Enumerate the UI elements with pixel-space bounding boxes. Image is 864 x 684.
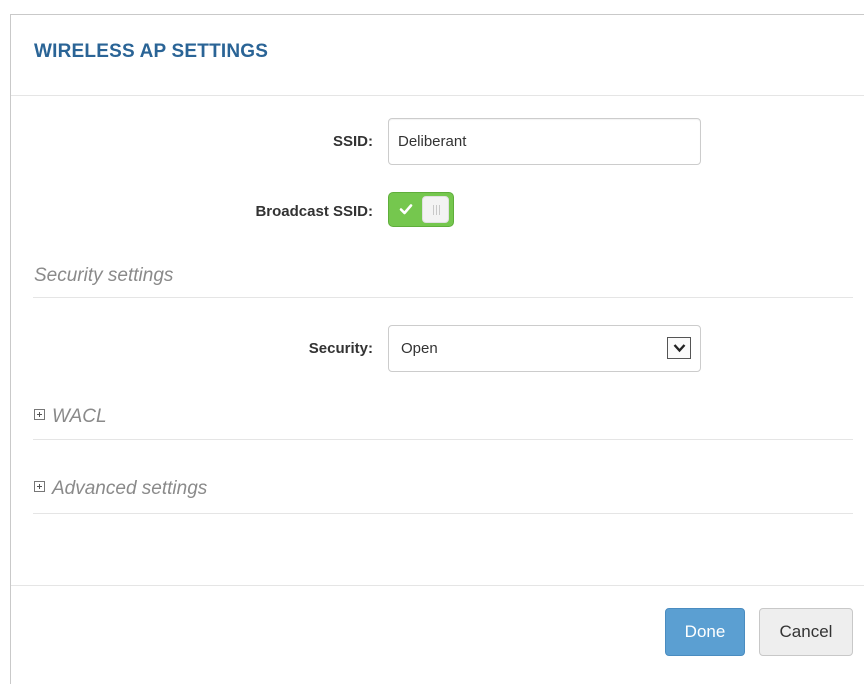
chevron-down-icon[interactable]	[667, 337, 691, 359]
wacl-divider	[33, 439, 853, 440]
security-select[interactable]: Open	[388, 325, 701, 372]
broadcast-ssid-label: Broadcast SSID:	[255, 203, 373, 220]
wacl-label: WACL	[52, 406, 107, 427]
security-select-value: Open	[401, 340, 438, 357]
wacl-expander[interactable]: WACL	[34, 406, 107, 428]
dialog-header: WIRELESS AP SETTINGS	[11, 15, 864, 96]
ssid-label: SSID:	[332, 133, 373, 150]
dialog-title: WIRELESS AP SETTINGS	[34, 41, 269, 62]
checkmark-icon	[399, 204, 413, 215]
security-label: Security:	[308, 340, 373, 357]
done-button[interactable]: Done	[665, 608, 745, 656]
broadcast-ssid-toggle[interactable]	[388, 192, 454, 227]
wireless-ap-settings-dialog: WIRELESS AP SETTINGS SSID: Broadcast SSI…	[10, 14, 864, 684]
plus-box-icon	[34, 409, 45, 421]
ssid-input[interactable]	[388, 118, 701, 165]
footer-divider	[11, 585, 864, 586]
advanced-settings-label: Advanced settings	[52, 478, 208, 499]
cancel-button[interactable]: Cancel	[759, 608, 853, 656]
security-settings-divider	[33, 297, 853, 298]
advanced-settings-divider	[33, 513, 853, 514]
security-settings-heading: Security settings	[34, 265, 174, 286]
plus-box-icon	[34, 481, 45, 493]
grip-icon	[433, 205, 440, 215]
advanced-settings-expander[interactable]: Advanced settings	[34, 478, 207, 500]
toggle-knob[interactable]	[422, 196, 449, 223]
